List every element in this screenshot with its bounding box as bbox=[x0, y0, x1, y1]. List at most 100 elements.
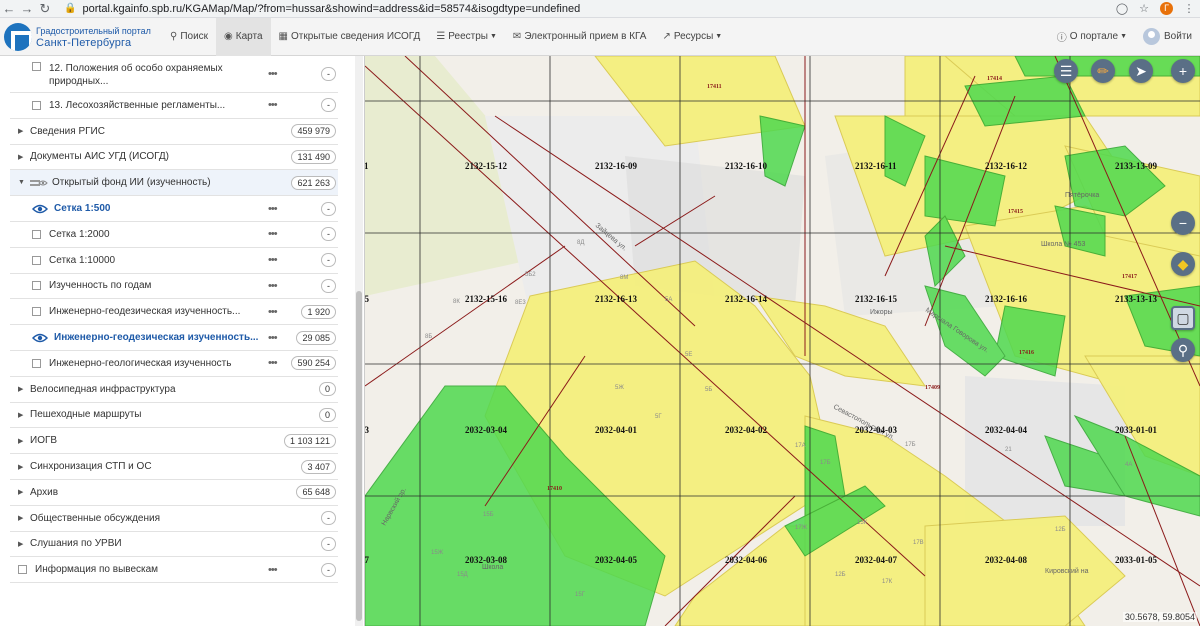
layer-row[interactable]: ▶ Велосипедная инфраструктура 0 bbox=[10, 377, 338, 403]
grid-cell-label: -07 bbox=[365, 555, 369, 565]
login-button[interactable]: Войти bbox=[1135, 18, 1200, 56]
caret-right-icon[interactable]: ▶ bbox=[18, 385, 30, 393]
layer-row[interactable]: ▶ Пешеходные маршруты 0 bbox=[10, 403, 338, 429]
menu-kebab-icon[interactable]: ⋮ bbox=[1178, 2, 1200, 15]
layer-row[interactable]: Информация по вывескам ••• - bbox=[10, 557, 338, 584]
layer-label: Инженерно-геодезическая изученность... bbox=[49, 306, 241, 318]
caret-right-icon[interactable]: ▶ bbox=[18, 153, 30, 161]
layer-row[interactable]: Изученность по годам ••• - bbox=[10, 274, 338, 300]
layer-row[interactable]: ▶ ИОГВ 1 103 121 bbox=[10, 428, 338, 455]
map-canvas[interactable]: 5Б2 8Д 8М 5А 8Б 8Е3 8К 5Е 5Б 5Ж 5Г 17Б 17А 17Б 17Ж… bbox=[365, 56, 1200, 626]
layer-row[interactable]: Инженерно-геодезическая изученность... ••… bbox=[10, 299, 338, 326]
layer-label: Сетка 1:10000 bbox=[49, 254, 116, 266]
layer-label: Слушания по УРВИ bbox=[30, 538, 122, 550]
more-options-icon[interactable]: ••• bbox=[268, 99, 278, 111]
layer-label: Сетка 1:2000 bbox=[49, 228, 110, 240]
select-area-button[interactable]: ▢ bbox=[1171, 306, 1195, 330]
more-options-icon[interactable]: ••• bbox=[268, 357, 278, 369]
back-icon[interactable]: ← bbox=[0, 0, 18, 18]
layer-row[interactable]: ▶ Синхронизация СТП и ОС 3 407 bbox=[10, 454, 338, 480]
layer-row[interactable]: Инженерно-геологическая изученность ••• 59… bbox=[10, 351, 338, 377]
caret-right-icon[interactable]: ▶ bbox=[18, 463, 30, 471]
scrollbar-thumb[interactable] bbox=[356, 291, 362, 621]
grid-cell-label: 2132-16-13 bbox=[595, 294, 637, 304]
zoom-in-button[interactable]: + bbox=[1171, 59, 1195, 83]
layer-checkbox[interactable] bbox=[18, 565, 27, 575]
layer-checkbox[interactable] bbox=[32, 358, 41, 368]
grid-cell-label: 2132-16-15 bbox=[855, 294, 897, 304]
basemap-button[interactable]: ◆ bbox=[1171, 252, 1195, 276]
svg-text:17Б: 17Б bbox=[820, 460, 831, 466]
caret-right-icon[interactable]: ▶ bbox=[18, 127, 30, 135]
layer-checkbox[interactable] bbox=[32, 62, 41, 71]
address-bar[interactable]: portal.kgainfo.spb.ru/KGAMap/Map/?from=h… bbox=[82, 3, 1111, 15]
layer-row[interactable]: ▶ Сведения РГИС 459 979 bbox=[10, 119, 338, 145]
eye-icon[interactable] bbox=[32, 204, 48, 214]
svg-text:17Ж: 17Ж bbox=[795, 525, 808, 531]
svg-text:21: 21 bbox=[1005, 447, 1012, 453]
list-icon: ☰ bbox=[436, 31, 446, 42]
caret-right-icon[interactable]: ▶ bbox=[18, 514, 30, 522]
menu-open-isogd[interactable]: ▦ Открытые сведения ИСОГД bbox=[271, 18, 429, 56]
caret-right-icon[interactable]: ▶ bbox=[18, 488, 30, 496]
portal-logo[interactable]: Градостроительный портал Санкт-Петербург… bbox=[0, 18, 162, 56]
layer-checkbox[interactable] bbox=[32, 307, 41, 317]
more-options-icon[interactable]: ••• bbox=[268, 306, 278, 318]
map-view[interactable]: 5Б2 8Д 8М 5А 8Б 8Е3 8К 5Е 5Б 5Ж 5Г 17Б 17А 17Б 17Ж… bbox=[365, 56, 1200, 626]
more-options-icon[interactable]: ••• bbox=[268, 203, 278, 215]
layer-row[interactable]: Сетка 1:10000 ••• - bbox=[10, 248, 338, 274]
more-options-icon[interactable]: ••• bbox=[268, 68, 278, 80]
layer-row[interactable]: ▶ Документы АИС УГД (ИСОГД) 131 490 bbox=[10, 145, 338, 171]
caret-right-icon[interactable]: ▶ bbox=[18, 437, 30, 445]
more-options-icon[interactable]: ••• bbox=[268, 332, 278, 344]
locate-button[interactable]: ➤ bbox=[1129, 59, 1153, 83]
more-options-icon[interactable]: ••• bbox=[268, 280, 278, 292]
menu-search[interactable]: ⚲ Поиск bbox=[162, 18, 216, 56]
layer-count-badge: - bbox=[321, 98, 336, 113]
layer-label: Синхронизация СТП и ОС bbox=[30, 461, 152, 473]
layer-checkbox[interactable] bbox=[32, 255, 41, 265]
layer-row[interactable]: 13. Лесохозяйственные регламенты... ••• - bbox=[10, 93, 338, 119]
layer-row[interactable]: ▶ Общественные обсуждения - bbox=[10, 506, 338, 532]
layer-row[interactable]: Инженерно-геодезическая изученность... ••… bbox=[10, 325, 338, 351]
eye-icon[interactable] bbox=[32, 333, 48, 343]
layer-row[interactable]: ▶ Слушания по УРВИ - bbox=[10, 532, 338, 558]
more-options-icon[interactable]: ••• bbox=[268, 254, 278, 266]
menu-registries[interactable]: ☰ Реестры ▼ bbox=[428, 18, 505, 56]
layer-count-badge: 0 bbox=[318, 407, 336, 422]
forward-icon[interactable]: → bbox=[18, 0, 36, 18]
more-options-icon[interactable]: ••• bbox=[268, 228, 278, 240]
star-icon[interactable]: ☆ bbox=[1133, 2, 1155, 15]
layer-row[interactable]: Сетка 1:500 ••• - bbox=[10, 196, 338, 222]
map-search-button[interactable]: ⚲ bbox=[1171, 338, 1195, 362]
layer-label: 12. Положения об особо охраняемых природ… bbox=[49, 63, 223, 87]
lock-icon[interactable]: 🔒 bbox=[64, 3, 76, 14]
menu-resources[interactable]: ↗ Ресурсы ▼ bbox=[654, 18, 730, 56]
layer-row[interactable]: ▶ Архив 65 648 bbox=[10, 480, 338, 506]
svg-text:5А: 5А bbox=[665, 297, 672, 303]
zoom-out-button[interactable]: − bbox=[1171, 211, 1195, 235]
layer-row[interactable]: ▼ Открытый фонд ИИ (изученность) 621 263 bbox=[10, 170, 338, 197]
svg-text:12Б: 12Б bbox=[1055, 527, 1066, 533]
menu-map[interactable]: ◉ Карта bbox=[216, 17, 271, 56]
caret-down-icon[interactable]: ▼ bbox=[18, 179, 30, 186]
layer-checkbox[interactable] bbox=[32, 281, 41, 291]
svg-text:15Б: 15Б bbox=[483, 512, 494, 518]
profile-avatar[interactable]: Г bbox=[1160, 2, 1173, 15]
eye-off-icon[interactable]: ◯ bbox=[1111, 2, 1133, 15]
more-options-icon[interactable]: ••• bbox=[268, 564, 278, 576]
layer-checkbox[interactable] bbox=[32, 100, 41, 110]
caret-right-icon[interactable]: ▶ bbox=[18, 540, 30, 548]
reload-icon[interactable]: ↻ bbox=[36, 0, 54, 18]
svg-text:8К: 8К bbox=[453, 299, 460, 305]
layer-count-badge: 29 085 bbox=[296, 330, 336, 345]
menu-e-reception[interactable]: ✉ Электронный прием в КГА bbox=[505, 18, 655, 56]
layer-checkbox[interactable] bbox=[32, 229, 41, 239]
layers-scrollbar[interactable] bbox=[355, 56, 363, 626]
layer-row[interactable]: Сетка 1:2000 ••• - bbox=[10, 222, 338, 248]
menu-about[interactable]: ⓘ О портале ▼ bbox=[1049, 18, 1135, 56]
ruler-button[interactable]: ✏ bbox=[1091, 59, 1115, 83]
layers-list-button[interactable]: ☰ bbox=[1054, 59, 1078, 83]
layer-row[interactable]: 12. Положения об особо охраняемых природ… bbox=[10, 56, 338, 93]
caret-right-icon[interactable]: ▶ bbox=[18, 411, 30, 419]
